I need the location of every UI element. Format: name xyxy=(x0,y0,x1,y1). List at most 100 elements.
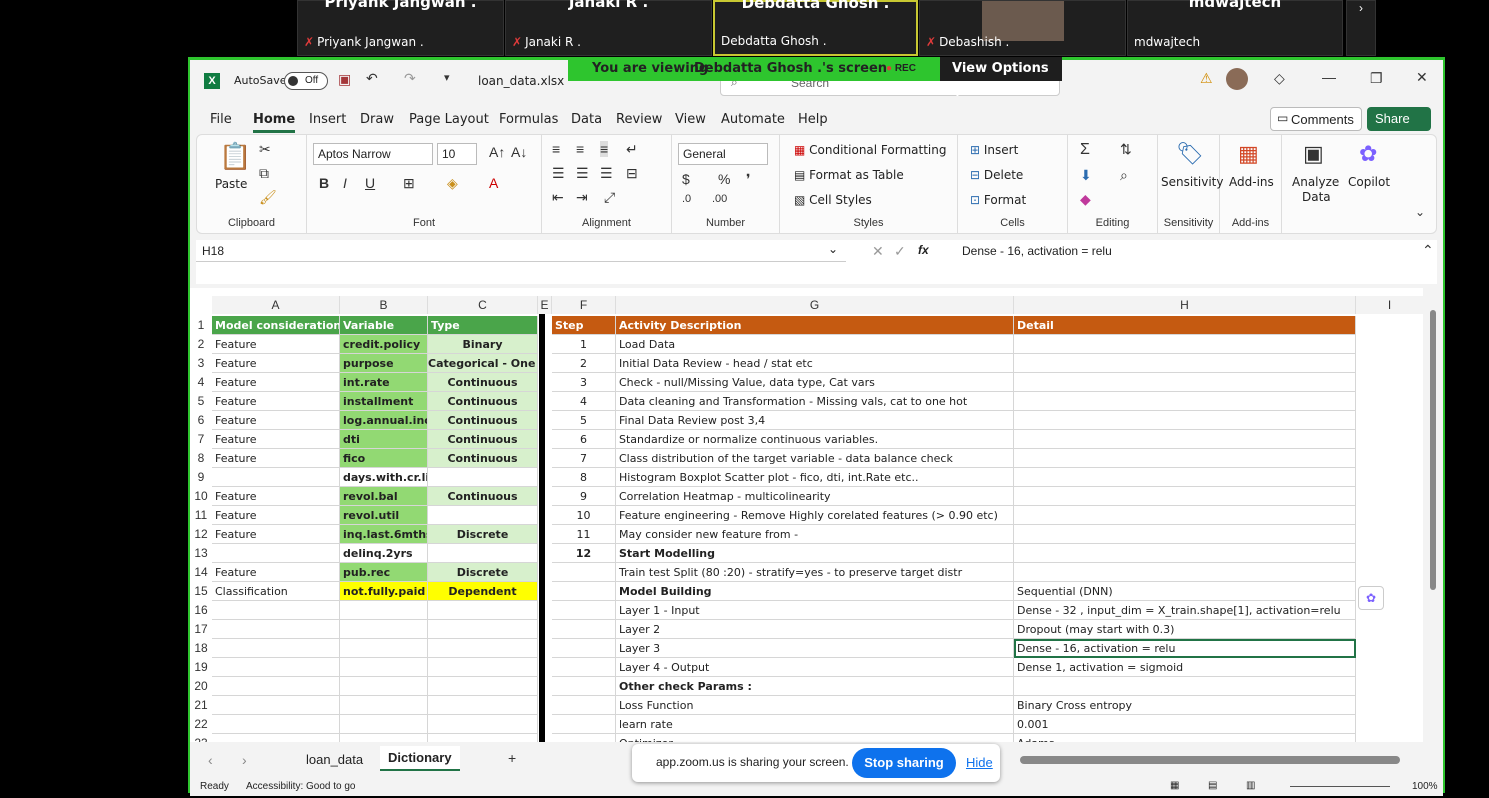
font-size-select[interactable]: 10 xyxy=(437,143,477,165)
cell-model-consideration[interactable]: Feature xyxy=(212,525,340,544)
currency-icon[interactable]: $ xyxy=(682,171,690,187)
cell-detail[interactable]: Dense 1, activation = sigmoid xyxy=(1014,658,1356,677)
cell-step[interactable] xyxy=(552,582,616,601)
cell-detail[interactable] xyxy=(1014,335,1356,354)
cell-model-consideration[interactable]: Feature xyxy=(212,354,340,373)
empty-cell[interactable] xyxy=(212,677,340,696)
row-header[interactable]: 20 xyxy=(190,677,212,696)
increase-font-icon[interactable]: A↑ xyxy=(489,144,505,160)
cell-model-consideration[interactable]: Feature xyxy=(212,449,340,468)
font-color-icon[interactable]: A xyxy=(489,175,498,191)
column-header[interactable]: H xyxy=(1014,296,1356,314)
fill-color-icon[interactable]: ◈ xyxy=(447,175,458,192)
column-header[interactable]: G xyxy=(616,296,1014,314)
cell-variable[interactable]: Variable xyxy=(340,316,428,335)
menu-page-layout[interactable]: Page Layout xyxy=(409,112,489,127)
spreadsheet-grid[interactable]: A B C E F G H I 1 2 3 4 5 6 7 8 9 10 11 12 13 14 15 16 17 18 19 20 2… xyxy=(190,288,1423,742)
cell-detail[interactable] xyxy=(1014,430,1356,449)
name-box[interactable]: H18 ⌄ xyxy=(196,240,846,262)
align-center-icon[interactable]: ☰ xyxy=(576,165,589,182)
sheet-tab-dictionary[interactable]: Dictionary xyxy=(380,746,460,771)
cell-step[interactable]: 6 xyxy=(552,430,616,449)
cell-step[interactable]: 2 xyxy=(552,354,616,373)
warning-icon[interactable]: ⚠ xyxy=(1200,70,1213,87)
cell-step[interactable]: 1 xyxy=(552,335,616,354)
cell-activity[interactable]: Class distribution of the target variabl… xyxy=(616,449,1014,468)
cell-type[interactable]: Continuous xyxy=(428,487,538,506)
participant-tile[interactable]: ✗ Debashish . xyxy=(919,0,1126,56)
cell-activity[interactable]: Layer 1 - Input xyxy=(616,601,1014,620)
cell-activity[interactable]: Histogram Boxplot Scatter plot - fico, d… xyxy=(616,468,1014,487)
empty-cell[interactable] xyxy=(428,658,538,677)
hide-button[interactable]: Hide xyxy=(966,755,993,770)
comma-icon[interactable]: ❜ xyxy=(746,171,751,188)
cell-detail[interactable] xyxy=(1014,354,1356,373)
cell-step[interactable]: 5 xyxy=(552,411,616,430)
scrollbar-thumb[interactable] xyxy=(1430,310,1436,590)
cell-type[interactable]: Continuous xyxy=(428,373,538,392)
decrease-font-icon[interactable]: A↓ xyxy=(511,144,527,160)
row-header[interactable]: 14 xyxy=(190,563,212,582)
horizontal-scrollbar[interactable] xyxy=(1020,756,1400,764)
menu-draw[interactable]: Draw xyxy=(360,112,394,127)
cell-step[interactable]: 10 xyxy=(552,506,616,525)
row-header[interactable]: 8 xyxy=(190,449,212,468)
view-options-button[interactable]: View Options ⌄ xyxy=(940,57,1062,100)
cell-detail[interactable] xyxy=(1014,392,1356,411)
cell-type[interactable]: Continuous xyxy=(428,430,538,449)
sensitivity-button[interactable]: Sensitivity xyxy=(1161,175,1223,189)
row-header[interactable]: 15 xyxy=(190,582,212,601)
find-icon[interactable]: ⌕ xyxy=(1120,167,1128,184)
undo-icon[interactable]: ↶ xyxy=(366,70,378,87)
cell-variable[interactable]: dti xyxy=(340,430,428,449)
font-name-select[interactable]: Aptos Narrow xyxy=(313,143,433,165)
clear-icon[interactable]: ◆ xyxy=(1080,191,1091,208)
redo-icon[interactable]: ↷ xyxy=(404,70,416,87)
cell-step[interactable] xyxy=(552,658,616,677)
minimize-icon[interactable]: — xyxy=(1322,69,1336,85)
cell-step[interactable]: Step xyxy=(552,316,616,335)
cell-model-consideration[interactable]: Feature xyxy=(212,430,340,449)
close-icon[interactable]: ✕ xyxy=(1416,69,1428,86)
participant-tile-active[interactable]: Debdatta Ghosh . Debdatta Ghosh . xyxy=(713,0,918,56)
restore-icon[interactable]: ❐ xyxy=(1370,70,1383,87)
empty-cell[interactable] xyxy=(212,658,340,677)
increase-decimal-icon[interactable]: .0 xyxy=(682,193,691,205)
empty-cell[interactable] xyxy=(340,734,428,742)
cell-activity[interactable]: Optimizer xyxy=(616,734,1014,742)
row-header[interactable]: 6 xyxy=(190,411,212,430)
cancel-icon[interactable]: ✕ xyxy=(872,243,884,260)
menu-help[interactable]: Help xyxy=(798,112,828,127)
cell-type[interactable]: Binary xyxy=(428,335,538,354)
cell-detail[interactable] xyxy=(1014,563,1356,582)
cell-step[interactable]: 3 xyxy=(552,373,616,392)
row-header[interactable]: 2 xyxy=(190,335,212,354)
zoom-level[interactable]: 100% xyxy=(1412,781,1438,792)
row-header[interactable]: 13 xyxy=(190,544,212,563)
cell-step[interactable]: 8 xyxy=(552,468,616,487)
column-header[interactable]: A xyxy=(212,296,340,314)
cell-type[interactable] xyxy=(428,544,538,563)
format-painter-icon[interactable]: 🖌 xyxy=(259,189,277,206)
empty-cell[interactable] xyxy=(340,601,428,620)
bold-icon[interactable]: B xyxy=(319,175,329,191)
cell-step[interactable] xyxy=(552,639,616,658)
cell-model-consideration[interactable]: Feature xyxy=(212,392,340,411)
number-format-select[interactable]: General xyxy=(678,143,768,165)
cell-type[interactable]: Categorical - One Hot xyxy=(428,354,538,373)
cut-icon[interactable]: ✂ xyxy=(259,141,271,158)
empty-cell[interactable] xyxy=(212,639,340,658)
align-right-icon[interactable]: ☰ xyxy=(600,165,613,182)
cell-detail[interactable] xyxy=(1014,677,1356,696)
cell-activity[interactable]: Final Data Review post 3,4 xyxy=(616,411,1014,430)
collapse-formula-icon[interactable]: ⌃ xyxy=(1422,242,1434,259)
column-header[interactable]: F xyxy=(552,296,616,314)
row-header[interactable]: 4 xyxy=(190,373,212,392)
cell-activity[interactable]: Loss Function xyxy=(616,696,1014,715)
enter-icon[interactable]: ✓ xyxy=(894,243,906,260)
sheet-tab-loan-data[interactable]: loan_data xyxy=(306,752,363,767)
cell-variable[interactable]: credit.policy xyxy=(340,335,428,354)
row-header[interactable]: 1 xyxy=(190,316,212,335)
cell-model-consideration[interactable]: Model consideration xyxy=(212,316,340,335)
cell-step[interactable] xyxy=(552,715,616,734)
